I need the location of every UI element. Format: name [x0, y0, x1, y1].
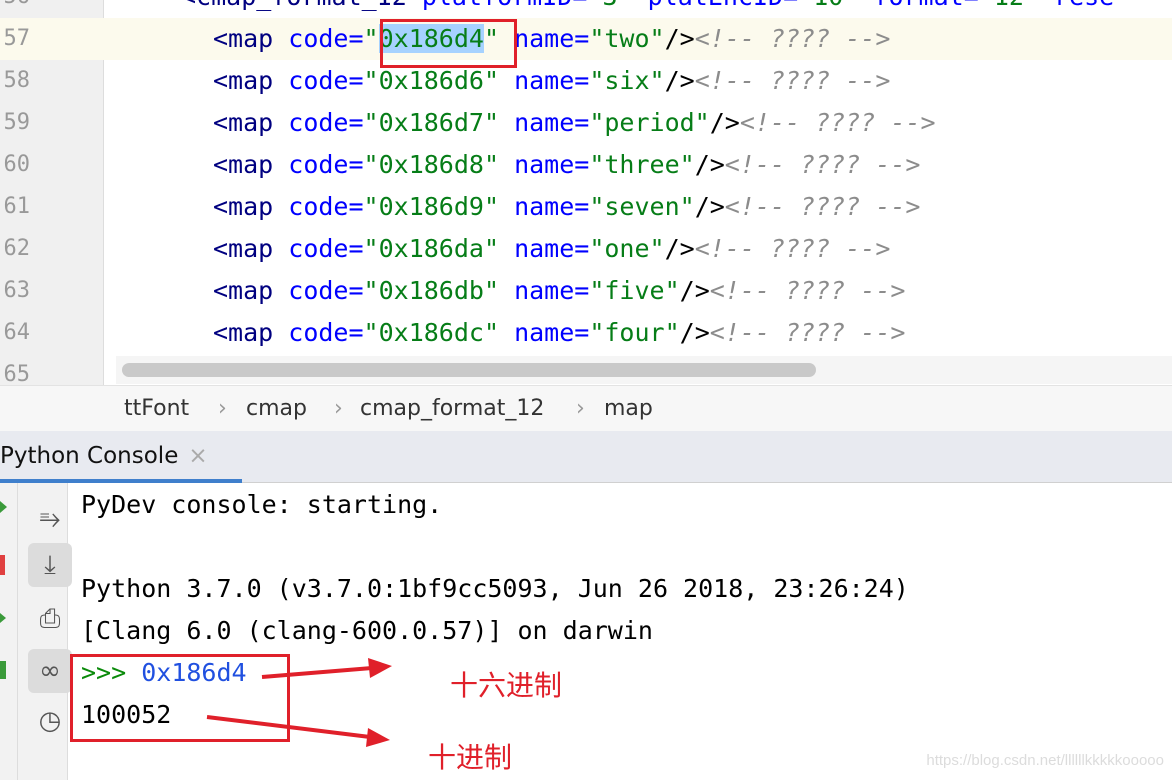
arrow-dec: [206, 715, 371, 739]
watermark: https://blog.csdn.net/llllllkkkkkooooo: [926, 752, 1164, 769]
arrow-head: [366, 728, 390, 747]
annotation-hex: 十六进制: [450, 669, 563, 702]
arrow-hex: [261, 666, 373, 679]
annotation-arrows: [206, 658, 392, 747]
annotation-dec: 十进制: [428, 741, 513, 774]
arrow-head: [368, 658, 392, 678]
